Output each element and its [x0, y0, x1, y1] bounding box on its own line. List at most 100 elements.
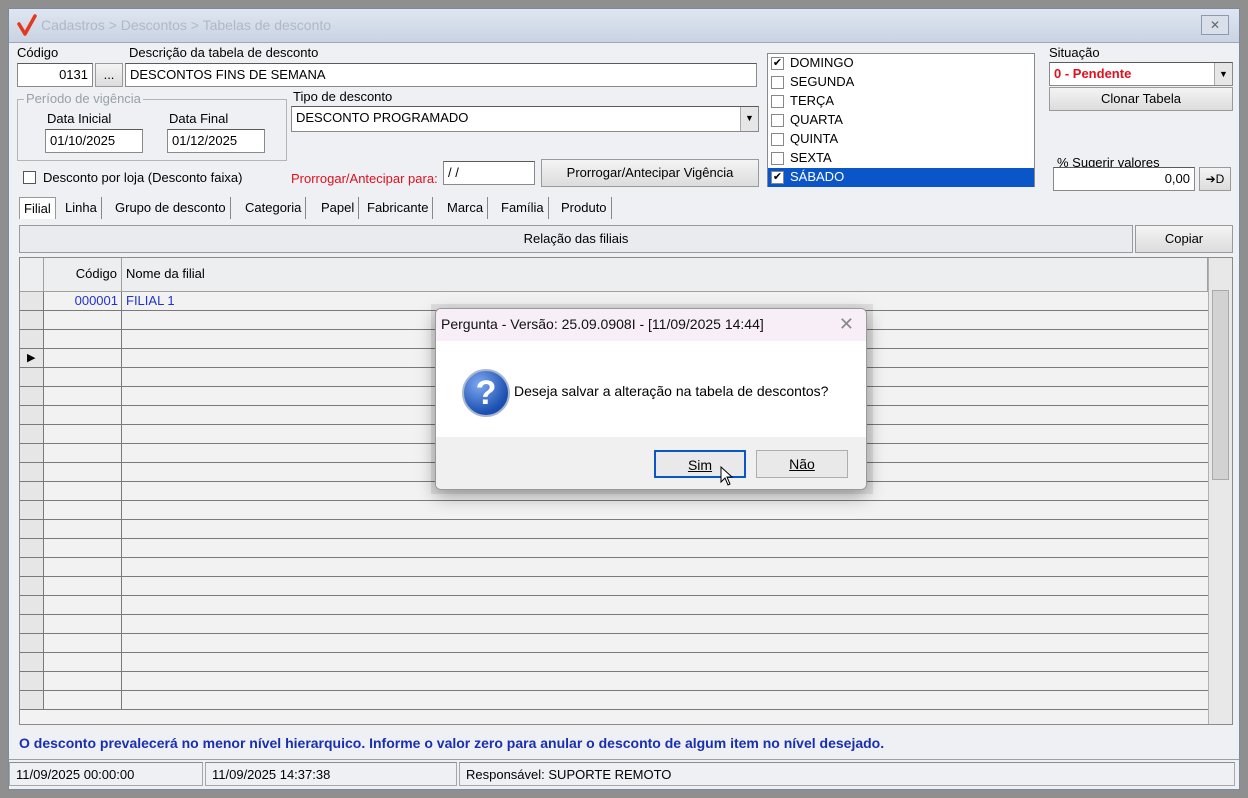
- cell-codigo[interactable]: [44, 577, 122, 595]
- cell-codigo[interactable]: [44, 653, 122, 671]
- col-header-codigo[interactable]: Código: [44, 258, 122, 292]
- row-indicator[interactable]: [20, 463, 44, 481]
- row-indicator[interactable]: [20, 406, 44, 424]
- cell-nome-filial[interactable]: [122, 577, 1208, 595]
- cell-codigo[interactable]: [44, 672, 122, 690]
- day-checkbox[interactable]: [771, 95, 784, 108]
- table-row[interactable]: [20, 615, 1208, 634]
- day-item[interactable]: SEGUNDA: [768, 73, 1034, 92]
- cell-codigo[interactable]: [44, 691, 122, 709]
- window-close-button[interactable]: ✕: [1201, 15, 1229, 35]
- tab-fabricante[interactable]: Fabricante: [363, 197, 434, 219]
- cell-nome-filial[interactable]: [122, 672, 1208, 690]
- cell-nome-filial[interactable]: [122, 539, 1208, 557]
- cell-codigo[interactable]: [44, 539, 122, 557]
- cell-codigo[interactable]: [44, 425, 122, 443]
- table-row[interactable]: [20, 596, 1208, 615]
- cell-nome-filial[interactable]: [122, 558, 1208, 576]
- close-icon[interactable]: ✕: [839, 315, 854, 333]
- cell-codigo[interactable]: [44, 368, 122, 386]
- cell-nome-filial[interactable]: [122, 691, 1208, 709]
- codigo-lookup-button[interactable]: ...: [95, 63, 123, 87]
- tipo-desconto-select[interactable]: DESCONTO PROGRAMADO ▼: [291, 106, 759, 132]
- tab-filial[interactable]: Filial: [19, 197, 56, 219]
- row-indicator[interactable]: [20, 539, 44, 557]
- chevron-down-icon[interactable]: ▼: [1214, 63, 1232, 85]
- grid-scrollbar-thumb[interactable]: [1212, 290, 1229, 480]
- tab-categoria[interactable]: Categoria: [241, 197, 307, 219]
- cell-codigo[interactable]: [44, 387, 122, 405]
- copiar-button[interactable]: Copiar: [1135, 225, 1233, 253]
- day-checkbox[interactable]: [771, 152, 784, 165]
- tab-grupo-de-desconto[interactable]: Grupo de desconto: [111, 197, 231, 219]
- row-indicator[interactable]: [20, 691, 44, 709]
- col-header-nome-filial[interactable]: Nome da filial: [122, 258, 1208, 292]
- cell-codigo[interactable]: [44, 520, 122, 538]
- day-item[interactable]: ✔ SÁBADO: [768, 168, 1034, 187]
- table-row[interactable]: [20, 539, 1208, 558]
- cell-codigo[interactable]: [44, 482, 122, 500]
- row-indicator[interactable]: [20, 425, 44, 443]
- desconto-loja-checkbox[interactable]: [23, 171, 36, 184]
- tab-linha[interactable]: Linha: [61, 197, 102, 219]
- cell-codigo[interactable]: [44, 444, 122, 462]
- grid-scrollbar[interactable]: [1208, 258, 1232, 724]
- row-indicator[interactable]: [20, 520, 44, 538]
- cell-nome-filial[interactable]: [122, 615, 1208, 633]
- cell-codigo[interactable]: [44, 634, 122, 652]
- row-indicator[interactable]: [20, 444, 44, 462]
- table-row[interactable]: [20, 634, 1208, 653]
- tab-marca[interactable]: Marca: [443, 197, 489, 219]
- day-checkbox[interactable]: [771, 133, 784, 146]
- row-indicator[interactable]: ▶: [20, 349, 44, 367]
- data-final-field[interactable]: 01/12/2025: [167, 129, 265, 153]
- cell-codigo[interactable]: [44, 311, 122, 329]
- row-indicator[interactable]: [20, 387, 44, 405]
- table-row[interactable]: [20, 501, 1208, 520]
- cell-codigo[interactable]: [44, 558, 122, 576]
- row-indicator[interactable]: [20, 311, 44, 329]
- cell-nome-filial[interactable]: [122, 501, 1208, 519]
- cell-codigo[interactable]: [44, 463, 122, 481]
- row-indicator[interactable]: [20, 368, 44, 386]
- day-item[interactable]: ✔ DOMINGO: [768, 54, 1034, 73]
- day-item[interactable]: TERÇA: [768, 92, 1034, 111]
- row-indicator[interactable]: [20, 634, 44, 652]
- row-indicator[interactable]: [20, 292, 44, 310]
- row-indicator[interactable]: [20, 653, 44, 671]
- cell-codigo[interactable]: [44, 406, 122, 424]
- cell-nome-filial[interactable]: [122, 520, 1208, 538]
- aplicar-sugestao-button[interactable]: ➔D: [1199, 167, 1231, 191]
- row-indicator[interactable]: [20, 501, 44, 519]
- table-row[interactable]: [20, 558, 1208, 577]
- tab-família[interactable]: Família: [497, 197, 549, 219]
- clonar-tabela-button[interactable]: Clonar Tabela: [1049, 87, 1233, 111]
- cell-codigo[interactable]: [44, 501, 122, 519]
- cell-nome-filial[interactable]: [122, 634, 1208, 652]
- day-item[interactable]: SEXTA: [768, 149, 1034, 168]
- chevron-down-icon[interactable]: ▼: [740, 107, 758, 131]
- table-row[interactable]: [20, 672, 1208, 691]
- prorrogar-date-field[interactable]: / /: [443, 161, 535, 185]
- day-checkbox[interactable]: [771, 76, 784, 89]
- day-checkbox[interactable]: ✔: [771, 57, 784, 70]
- row-indicator[interactable]: [20, 596, 44, 614]
- day-checkbox[interactable]: [771, 114, 784, 127]
- row-indicator[interactable]: [20, 330, 44, 348]
- tab-papel[interactable]: Papel: [317, 197, 360, 219]
- cell-nome-filial[interactable]: [122, 596, 1208, 614]
- tab-produto[interactable]: Produto: [557, 197, 612, 219]
- dias-semana-list[interactable]: ✔ DOMINGO SEGUNDA TERÇA QUARTA QUINTA SEXTA ✔ SÁ…: [767, 53, 1035, 187]
- sugerir-valores-field[interactable]: 0,00: [1053, 167, 1195, 191]
- descricao-field[interactable]: DESCONTOS FINS DE SEMANA: [125, 63, 757, 87]
- day-checkbox[interactable]: ✔: [771, 171, 784, 184]
- row-indicator[interactable]: [20, 615, 44, 633]
- row-indicator[interactable]: [20, 672, 44, 690]
- table-row[interactable]: [20, 691, 1208, 710]
- cell-codigo[interactable]: [44, 596, 122, 614]
- nao-button[interactable]: Não: [756, 450, 848, 478]
- situacao-select[interactable]: 0 - Pendente ▼: [1049, 62, 1233, 86]
- day-item[interactable]: QUINTA: [768, 130, 1034, 149]
- table-row[interactable]: [20, 653, 1208, 672]
- table-row[interactable]: [20, 577, 1208, 596]
